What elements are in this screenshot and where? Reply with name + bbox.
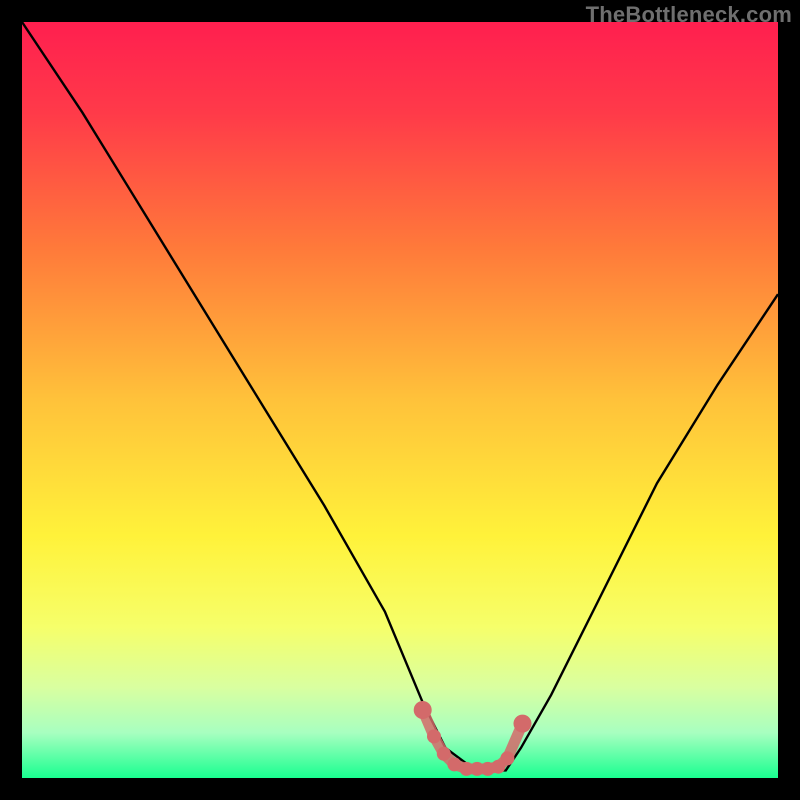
- chart-svg-layer: [22, 22, 778, 778]
- marker-dot: [447, 757, 461, 771]
- marker-dot: [437, 747, 451, 761]
- marker-dot: [514, 715, 532, 733]
- marker-dot: [500, 751, 514, 765]
- marker-dot: [427, 729, 441, 743]
- bottleneck-curve: [22, 22, 778, 770]
- marker-dot: [414, 701, 432, 719]
- chart-frame: TheBottleneck.com: [0, 0, 800, 800]
- watermark-text: TheBottleneck.com: [586, 2, 792, 28]
